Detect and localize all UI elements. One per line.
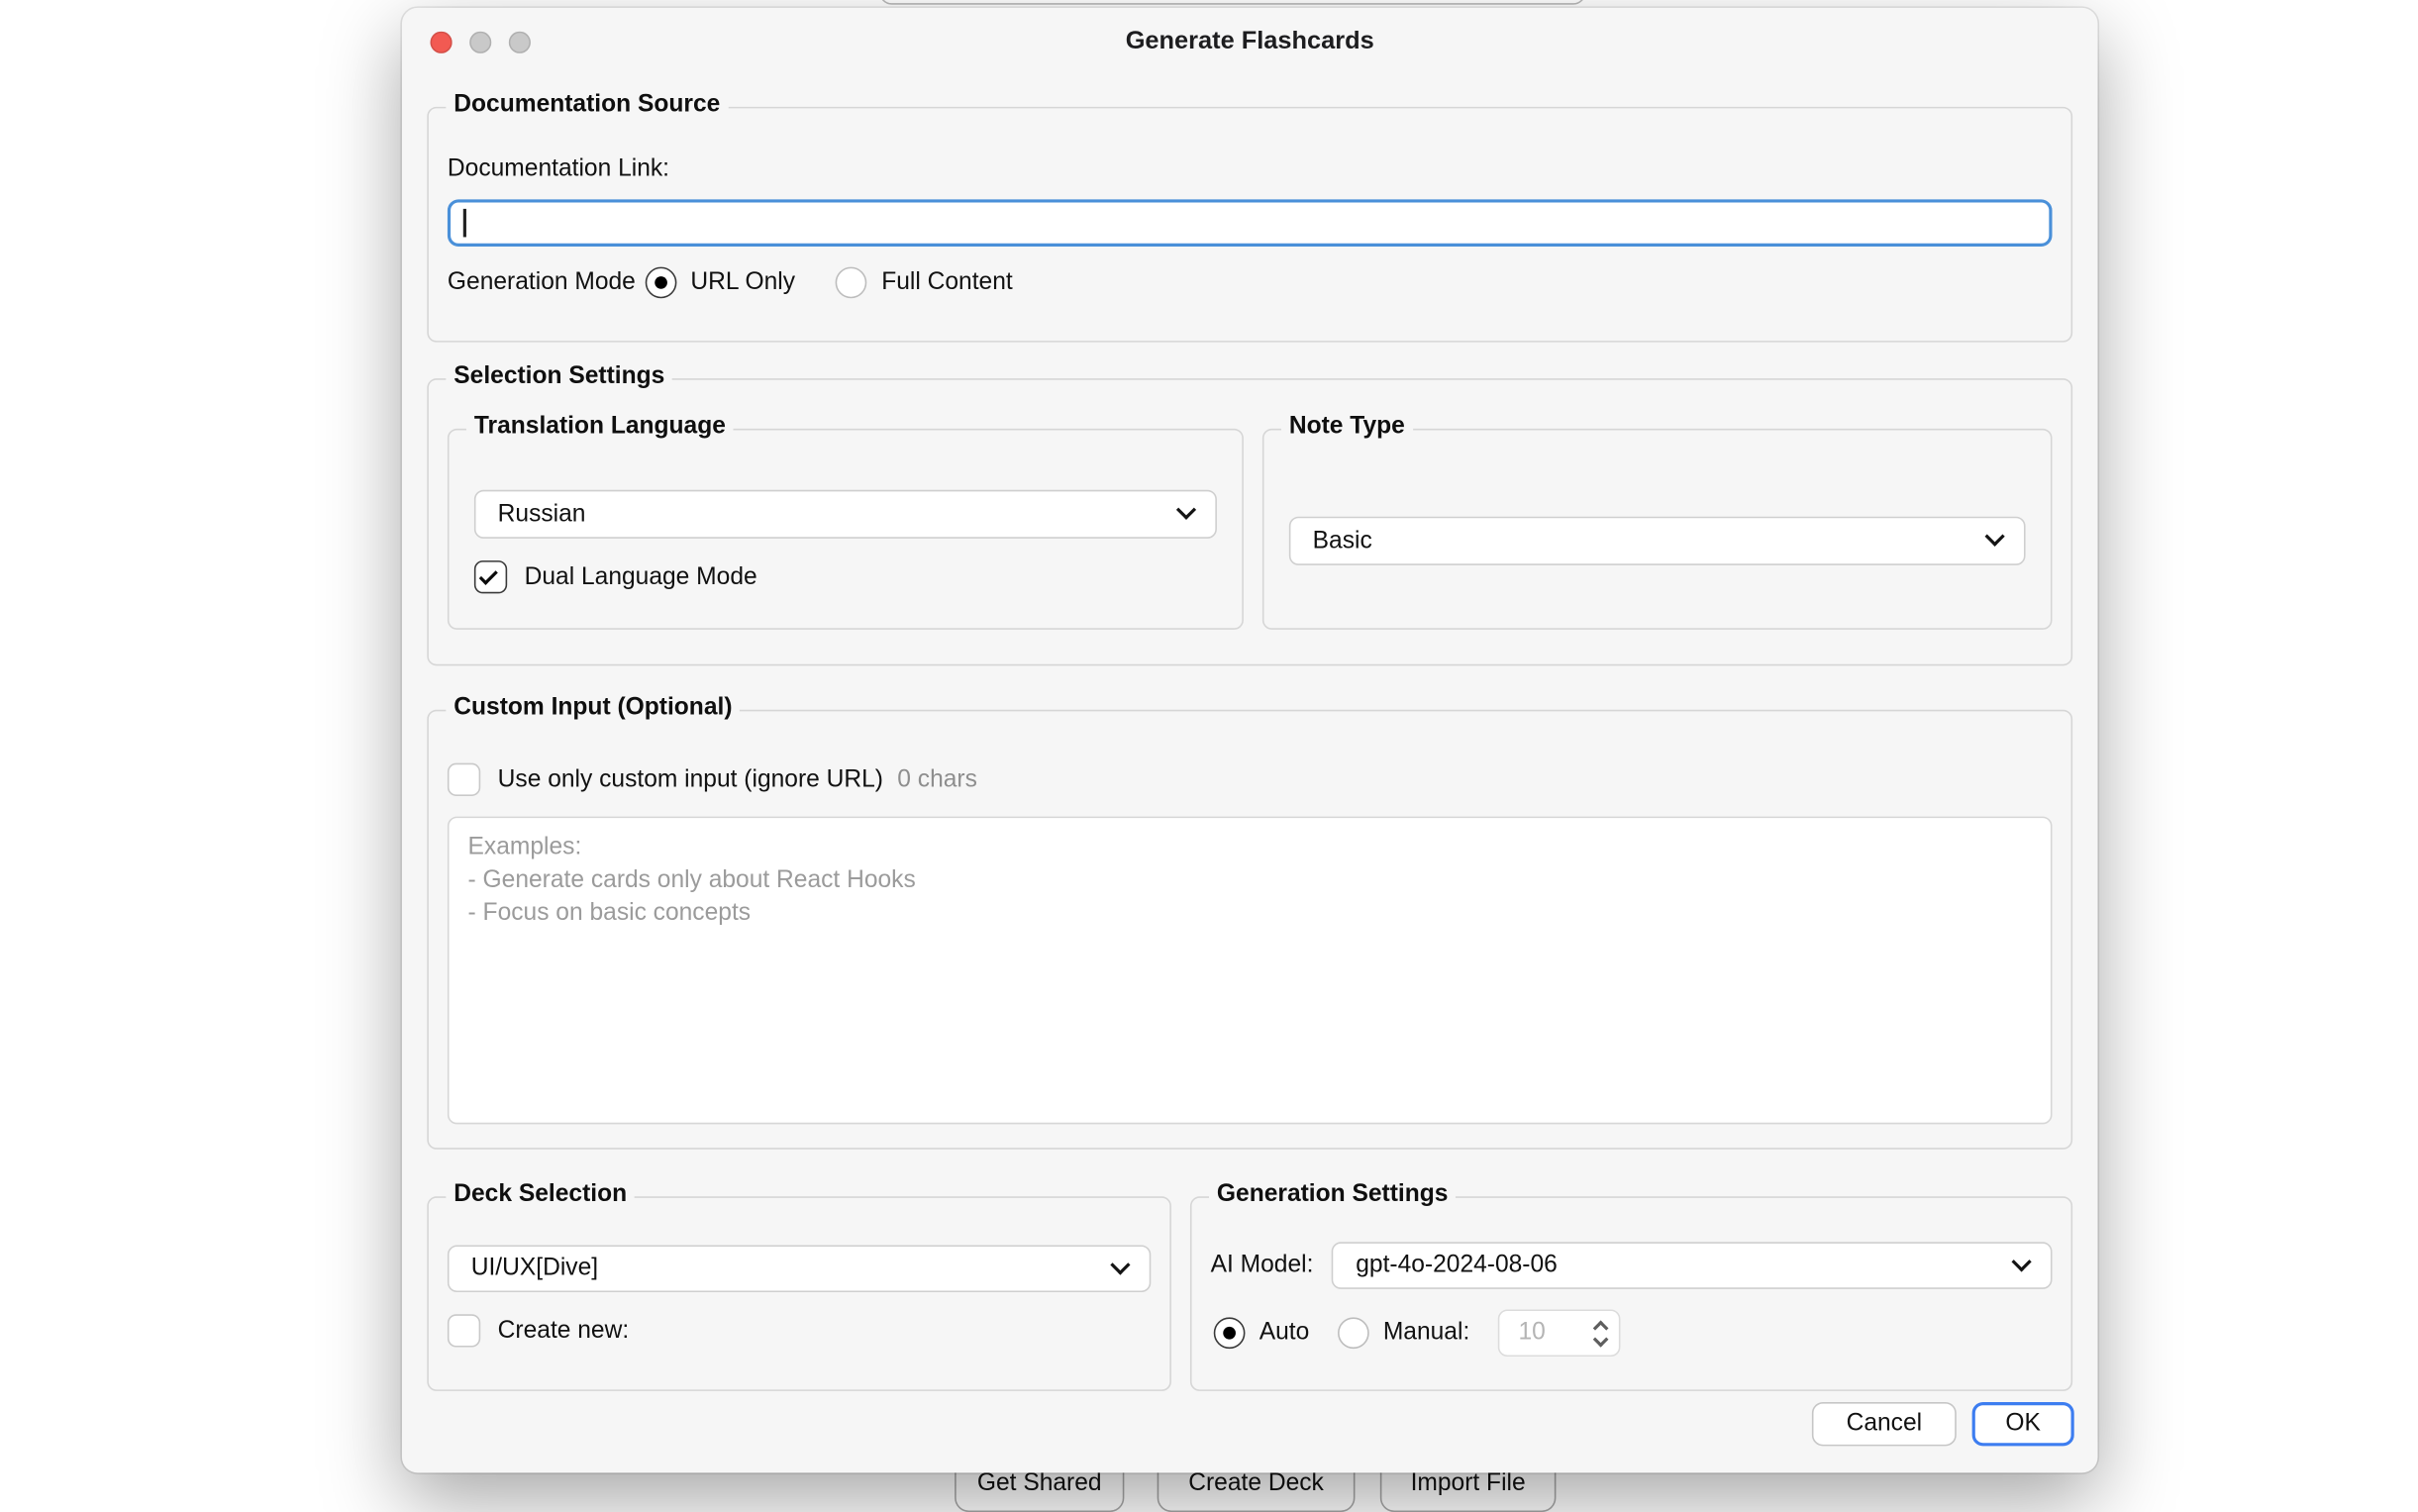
- full-content-label[interactable]: Full Content: [881, 268, 1013, 297]
- note-type-group: Note Type Basic: [1262, 429, 2053, 630]
- translation-language-group: Translation Language Russian Dual Langua…: [448, 429, 1244, 630]
- ai-model-select[interactable]: gpt-4o-2024-08-06: [1332, 1242, 2052, 1289]
- custom-input-group: Custom Input (Optional) Use only custom …: [427, 710, 2072, 1150]
- minimize-window-icon[interactable]: [469, 32, 491, 53]
- ai-model-row: AI Model: gpt-4o-2024-08-06: [1211, 1242, 2053, 1289]
- dual-language-row: Dual Language Mode: [474, 560, 1217, 593]
- generation-settings-group: Generation Settings AI Model: gpt-4o-202…: [1190, 1196, 2072, 1391]
- titlebar: Generate Flashcards: [402, 8, 2098, 77]
- ai-model-label: AI Model:: [1211, 1252, 1314, 1280]
- dialog-title: Generate Flashcards: [1126, 29, 1374, 57]
- generation-settings-legend: Generation Settings: [1209, 1180, 1456, 1209]
- manual-count-radio[interactable]: [1338, 1317, 1369, 1349]
- zoom-window-icon[interactable]: [509, 32, 531, 53]
- custom-input-textarea[interactable]: [448, 817, 2053, 1125]
- note-type-select[interactable]: Basic: [1289, 517, 2026, 565]
- deck-selection-legend: Deck Selection: [446, 1180, 635, 1209]
- chevron-down-icon: [1110, 1255, 1130, 1274]
- url-only-label[interactable]: URL Only: [690, 268, 795, 297]
- translation-language-select[interactable]: Russian: [474, 490, 1217, 539]
- chevron-down-icon: [1176, 500, 1196, 520]
- window-controls: [430, 8, 530, 77]
- url-only-radio[interactable]: [645, 267, 676, 299]
- manual-count-spinner[interactable]: 10: [1498, 1309, 1621, 1357]
- note-type-legend: Note Type: [1281, 413, 1413, 442]
- radio-dot-icon: [1223, 1327, 1236, 1340]
- chevron-down-icon: [2011, 1251, 2031, 1270]
- checkmark-icon: [479, 565, 498, 584]
- dual-language-label[interactable]: Dual Language Mode: [525, 562, 757, 591]
- generation-mode-row: Generation Mode URL Only Full Content: [448, 267, 2053, 299]
- manual-count-value: 10: [1518, 1319, 1545, 1348]
- background-toolbar-sliver: [879, 0, 1586, 5]
- close-window-icon[interactable]: [430, 32, 452, 53]
- selection-settings-legend: Selection Settings: [446, 362, 672, 391]
- auto-count-radio[interactable]: [1214, 1317, 1246, 1349]
- generation-mode-label: Generation Mode: [448, 268, 636, 297]
- create-new-row: Create new:: [448, 1314, 1151, 1347]
- ok-button[interactable]: OK: [1972, 1402, 2074, 1446]
- selection-subboxes: Translation Language Russian Dual Langua…: [429, 429, 2071, 630]
- use-custom-input-label[interactable]: Use only custom input (ignore URL): [498, 765, 883, 794]
- card-count-row: Auto Manual: 10: [1214, 1309, 2053, 1357]
- generate-flashcards-dialog: Generate Flashcards Documentation Source…: [402, 8, 2098, 1472]
- documentation-source-group: Documentation Source Documentation Link:…: [427, 107, 2072, 343]
- manual-count-label[interactable]: Manual:: [1383, 1319, 1469, 1348]
- dual-language-checkbox[interactable]: [474, 560, 507, 593]
- deck-select[interactable]: UI/UX[Dive]: [448, 1245, 1151, 1292]
- note-type-value: Basic: [1313, 527, 1372, 555]
- radio-dot-icon: [655, 276, 667, 289]
- bottom-groups-row: Deck Selection UI/UX[Dive] Create new: G…: [427, 1196, 2072, 1391]
- dialog-content: Documentation Source Documentation Link:…: [402, 107, 2098, 1391]
- spinner-down-icon[interactable]: [1593, 1331, 1609, 1347]
- spinner-arrows[interactable]: [1595, 1320, 1606, 1347]
- char-count: 0 chars: [897, 765, 977, 794]
- deck-selection-group: Deck Selection UI/UX[Dive] Create new:: [427, 1196, 1171, 1391]
- custom-input-legend: Custom Input (Optional): [446, 694, 740, 723]
- translation-language-value: Russian: [498, 500, 586, 529]
- documentation-link-label: Documentation Link:: [448, 155, 2053, 184]
- documentation-source-legend: Documentation Source: [446, 91, 728, 120]
- ai-model-value: gpt-4o-2024-08-06: [1356, 1252, 1558, 1280]
- deck-select-value: UI/UX[Dive]: [471, 1255, 598, 1283]
- create-new-label[interactable]: Create new:: [498, 1317, 630, 1346]
- use-custom-input-checkbox[interactable]: [448, 763, 480, 796]
- create-new-checkbox[interactable]: [448, 1314, 480, 1347]
- auto-count-label[interactable]: Auto: [1259, 1319, 1310, 1348]
- text-caret: [463, 209, 466, 238]
- documentation-link-input[interactable]: [448, 199, 2053, 247]
- full-content-radio[interactable]: [836, 267, 867, 299]
- translation-language-legend: Translation Language: [466, 413, 734, 442]
- custom-input-check-row: Use only custom input (ignore URL) 0 cha…: [448, 763, 2053, 796]
- selection-settings-group: Selection Settings Translation Language …: [427, 378, 2072, 665]
- desktop: Get Shared Create Deck Import File Gener…: [0, 0, 2418, 1493]
- chevron-down-icon: [1985, 527, 2005, 547]
- dialog-actions: Cancel OK: [1812, 1402, 2074, 1446]
- cancel-button[interactable]: Cancel: [1812, 1402, 1957, 1446]
